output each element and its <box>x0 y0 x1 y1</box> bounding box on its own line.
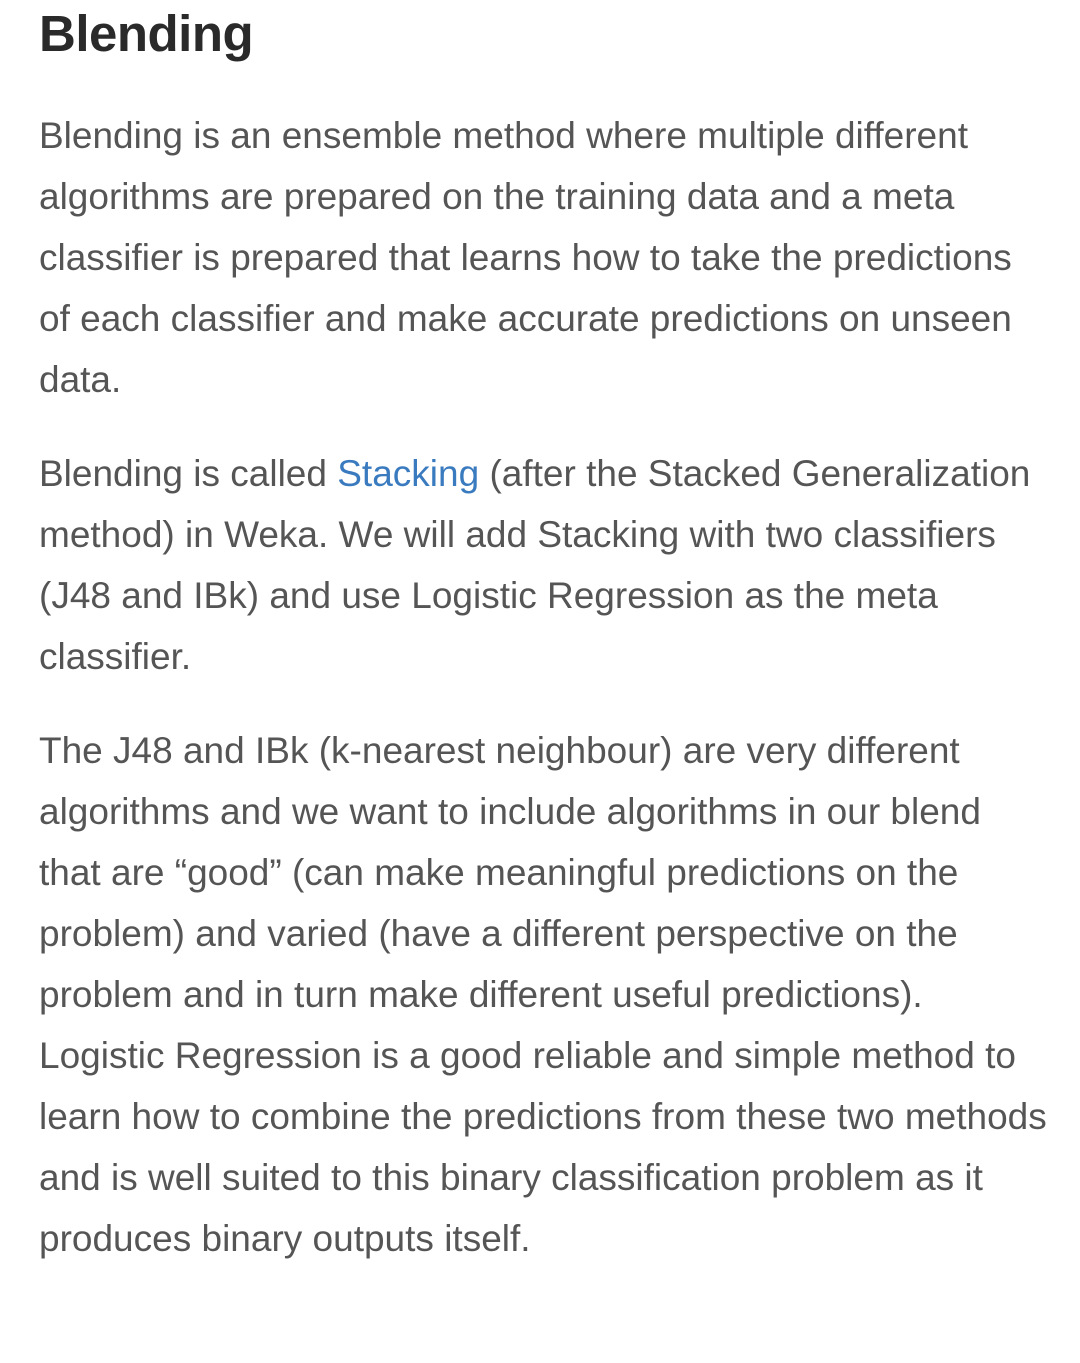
section-heading: Blending <box>39 5 254 62</box>
stacking-link[interactable]: Stacking <box>337 453 479 494</box>
article-section: Blending Blending is an ensemble method … <box>39 0 1049 1269</box>
paragraph-blending-definition: Blending is an ensemble method where mul… <box>39 115 1012 400</box>
paragraph-algorithms-explanation: The J48 and IBk (k-nearest neighbour) ar… <box>39 730 1047 1259</box>
paragraph-text-before-link: Blending is called <box>39 453 338 494</box>
paragraph-stacking: Blending is called Stacking (after the S… <box>39 443 1049 687</box>
